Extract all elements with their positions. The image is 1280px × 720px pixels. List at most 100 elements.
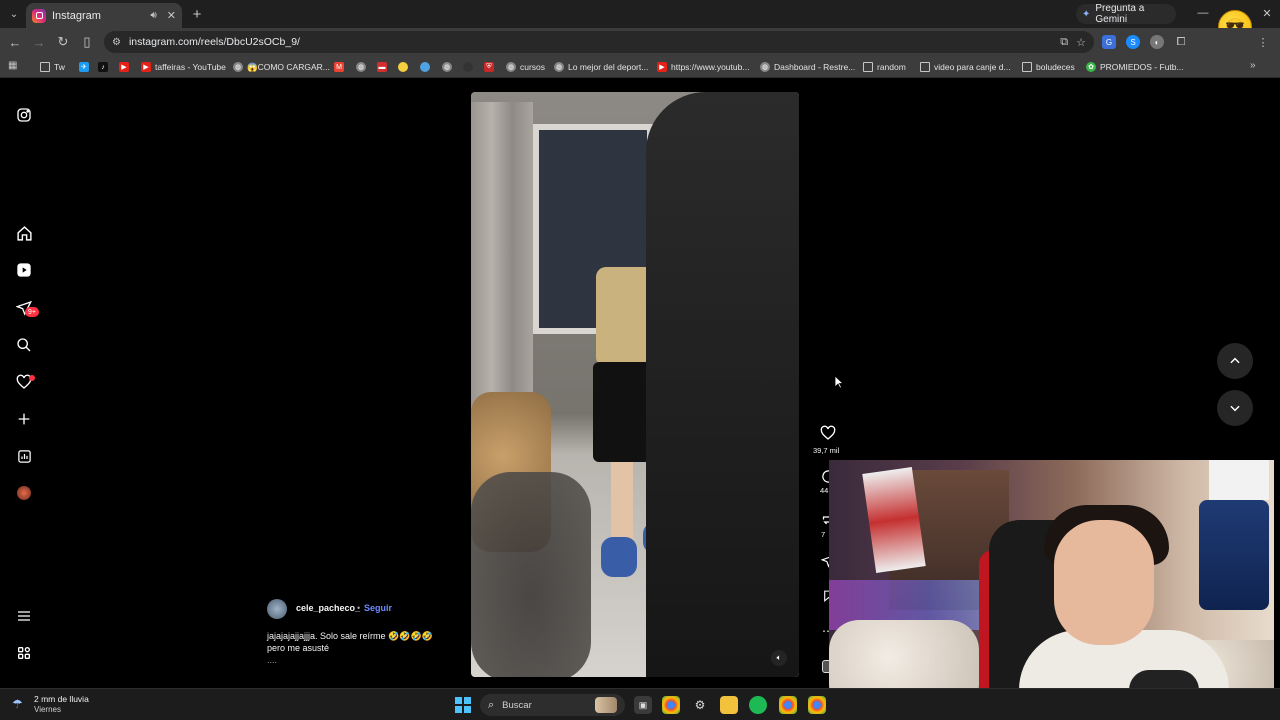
bookmark-item[interactable]: ◍ Dashboard - Restre... [760, 59, 855, 75]
bookmark-item[interactable]: video para canje d... [920, 59, 1011, 75]
shield-icon: ⛨ [484, 62, 494, 72]
next-reel-button[interactable] [1217, 390, 1253, 426]
profile-avatar[interactable] [14, 483, 34, 503]
bookmark-item[interactable]: ◍ cursos [506, 59, 545, 75]
tiktok-icon: ♪ [98, 62, 108, 72]
tab-search-button[interactable]: ⌄ [4, 4, 24, 24]
gemini-label: Pregunta a Gemini [1095, 3, 1145, 25]
bookmark-item[interactable]: random [863, 59, 906, 75]
bookmark-star-icon[interactable]: ☆ [1076, 36, 1086, 49]
globe-icon: ◍ [356, 62, 366, 72]
red-icon: ▬ [377, 62, 387, 72]
bookmark-item[interactable]: ▬ [377, 59, 387, 75]
taskbar-search[interactable]: ⌕ Buscar [480, 694, 625, 716]
folder-icon [1022, 62, 1032, 72]
follow-button[interactable]: Seguir [364, 603, 392, 613]
bookmark-item[interactable]: ⛨ [484, 59, 494, 75]
bookmark-item[interactable]: boludeces [1022, 59, 1075, 75]
globe-icon: ◍ [554, 62, 564, 72]
forward-button[interactable]: → [30, 33, 48, 51]
bookmark-item[interactable]: ◍ Lo mejor del deport... [554, 59, 648, 75]
extension-blue-icon[interactable]: S [1126, 35, 1140, 49]
more-menu-icon[interactable] [14, 606, 34, 626]
weather-text[interactable]: 2 mm de lluvia [34, 694, 89, 704]
author-avatar[interactable] [267, 599, 287, 619]
extensions-puzzle-icon[interactable]: ⧠ [1174, 35, 1188, 49]
weather-day[interactable]: Viernes [34, 705, 61, 714]
caption-line-1: jajajajajjajjja. Solo sale reírme 🤣🤣🤣🤣 [267, 631, 433, 641]
messages-badge: 9+ [25, 307, 39, 317]
audio-playing-icon[interactable]: 🔊︎ [150, 10, 156, 21]
chrome-profile-2-icon[interactable] [808, 696, 826, 714]
create-plus-icon[interactable] [14, 409, 34, 429]
rain-cloud-icon[interactable]: ☂ [12, 697, 28, 711]
bookmark-item[interactable]: ♪ [98, 59, 108, 75]
author-username[interactable]: cele_pacheco_ [296, 603, 360, 613]
more-bookmarks-icon[interactable]: » [1250, 60, 1256, 71]
yellow-icon [398, 62, 408, 72]
bookmark-item[interactable] [420, 59, 430, 75]
apps-grid-icon[interactable]: ▦ [8, 60, 20, 72]
reload-button[interactable]: ↻ [54, 33, 72, 51]
reel-video[interactable] [471, 92, 799, 677]
bookmark-item[interactable]: ▶ taffeiras - YouTube [141, 59, 226, 75]
like-heart-icon[interactable] [819, 424, 837, 442]
reload-icon: ↻ [57, 34, 69, 49]
translate-extension-icon[interactable]: G [1102, 35, 1116, 49]
mouse-cursor-icon [834, 375, 844, 389]
mute-toggle-button[interactable]: 🔈︎ [771, 650, 787, 666]
instagram-sidebar: 9+ [0, 79, 48, 688]
generic-icon: ✈ [79, 62, 89, 72]
address-bar[interactable]: ⚙ instagram.com/reels/DbcU2sOCb_9/ ⧉ ☆ [104, 31, 1094, 53]
folder-icon [863, 62, 873, 72]
task-view-icon[interactable]: ▣ [634, 696, 652, 714]
tab-instagram[interactable]: Instagram 🔊︎ ✕ [26, 3, 182, 28]
search-icon[interactable] [14, 335, 34, 355]
start-windows-icon[interactable] [455, 697, 471, 713]
caption-more[interactable]: .... [267, 655, 277, 665]
arrow-left-icon: ← [8, 34, 22, 50]
close-window-button[interactable]: ✕ [1258, 5, 1276, 21]
steam-icon[interactable]: ⚙ [691, 696, 709, 714]
extension-gray-icon[interactable]: ◐ [1150, 35, 1164, 49]
chrome-icon[interactable] [662, 696, 680, 714]
new-tab-button[interactable]: + [188, 5, 206, 23]
bookmark-item[interactable]: ✈ [79, 59, 89, 75]
bookmark-item[interactable] [463, 59, 473, 75]
chrome-profile-icon[interactable] [779, 696, 797, 714]
bookmark-item[interactable]: ◍ 😱COMO CARGAR... [233, 59, 330, 75]
dashboard-icon[interactable] [14, 446, 34, 466]
reels-icon[interactable] [14, 260, 34, 280]
chevron-down-icon: ⌄ [9, 8, 19, 20]
arrow-right-icon: → [32, 34, 46, 50]
youtube-icon: ▶ [141, 62, 151, 72]
install-app-icon[interactable]: ⧉ [1060, 36, 1068, 49]
tab-strip: ⌄ Instagram 🔊︎ ✕ + ✦ Pregunta a Gemini —… [0, 0, 1280, 44]
speaker-icon: 🔈︎ [776, 653, 782, 662]
gemini-button[interactable]: ✦ Pregunta a Gemini [1076, 3, 1176, 25]
bookmark-item[interactable]: ▶ https://www.youtub... [657, 59, 749, 75]
bookmark-item[interactable]: Tw [40, 59, 65, 75]
bookmark-item[interactable]: ◍ [442, 59, 452, 75]
bookmark-item[interactable]: M [334, 59, 344, 75]
previous-reel-button[interactable] [1217, 343, 1253, 379]
spotify-icon[interactable] [749, 696, 767, 714]
globe-icon: ◍ [233, 62, 243, 72]
bookmark-item[interactable]: ✿ PROMIEDOS - Futb... [1086, 59, 1184, 75]
menu-kebab-icon[interactable]: ⋮ [1256, 35, 1270, 49]
also-from-meta-icon[interactable] [14, 643, 34, 663]
back-button[interactable]: ← [6, 33, 24, 51]
bookmark-item[interactable]: ◍ [356, 59, 366, 75]
close-tab-icon[interactable]: ✕ [167, 9, 176, 22]
share-count: 7 [821, 530, 826, 539]
site-info-icon[interactable]: ⚙ [112, 37, 121, 48]
minimize-button[interactable]: — [1194, 5, 1212, 21]
instagram-logo-icon[interactable] [14, 105, 34, 125]
url-text[interactable]: instagram.com/reels/DbcU2sOCb_9/ [129, 36, 1052, 48]
home-icon[interactable] [14, 223, 34, 243]
bookmark-item[interactable]: ▶ [119, 59, 129, 75]
file-explorer-icon[interactable] [720, 696, 738, 714]
side-panel-button[interactable]: ▯ [78, 33, 96, 51]
globe-icon: ◍ [760, 62, 770, 72]
bookmark-item[interactable] [398, 59, 408, 75]
